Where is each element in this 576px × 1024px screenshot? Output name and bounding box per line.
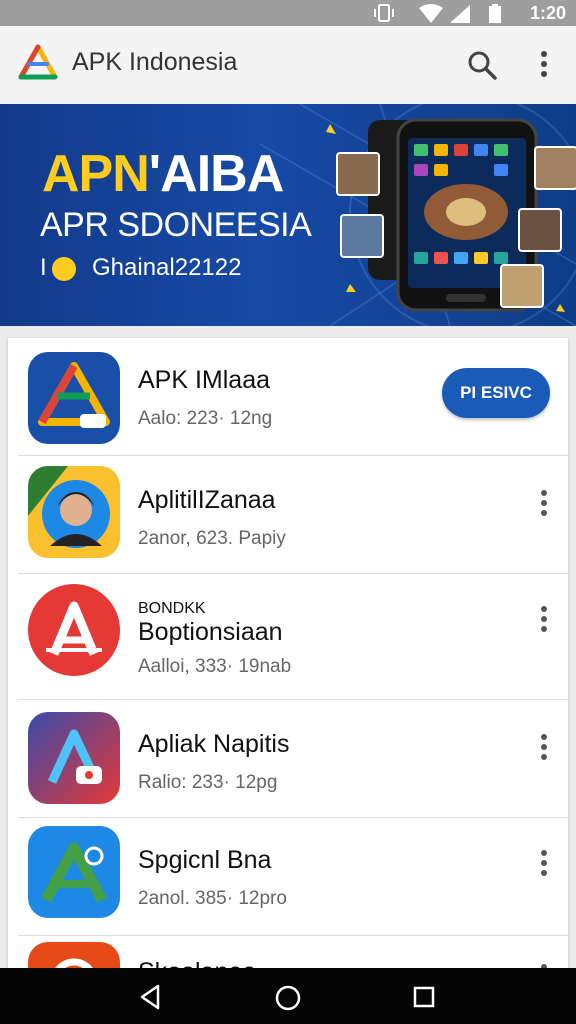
navigation-bar — [0, 968, 576, 1024]
overflow-menu-icon[interactable] — [536, 488, 552, 518]
list-item[interactable]: Spgicnl Bna 2anol. 385· 12pro — [8, 818, 568, 936]
overflow-menu-icon[interactable] — [536, 848, 552, 878]
home-icon[interactable] — [274, 984, 302, 1012]
app-name: Boptionsiaan — [138, 618, 283, 646]
list-item[interactable]: BONDKK Boptionsiaan Aalloi, 333· 19nab — [8, 574, 568, 700]
blue-a-icon — [28, 712, 120, 804]
banner-tagline: Ghainal22122 — [92, 254, 242, 281]
app-name: Spgicnl Bna — [138, 846, 272, 874]
banner-headline-part1: APN — [42, 145, 150, 203]
list-item[interactable]: AplitilIZanaa 2anor, 623. Papiy — [8, 456, 568, 574]
vibrate-icon — [374, 4, 394, 22]
status-time: 1:20 — [529, 3, 566, 23]
app-meta: Aalo: 223· 12ng — [138, 408, 273, 429]
back-icon[interactable] — [138, 984, 162, 1010]
app-name: Apliak Napitis — [138, 730, 290, 758]
search-icon[interactable] — [466, 49, 498, 81]
banner-subheadline: APR SDONEESIA — [40, 206, 312, 244]
user-photo-thumb — [336, 152, 380, 196]
overflow-menu-icon[interactable] — [536, 732, 552, 762]
user-photo-thumb — [340, 214, 384, 258]
banner-tagline-prefix: I — [40, 254, 47, 281]
wifi-icon — [419, 4, 443, 23]
app-bar: APK Indonesia — [0, 26, 576, 104]
user-photo-thumb — [500, 264, 544, 308]
status-bar: 1:20 — [0, 0, 576, 26]
more-vert-icon[interactable] — [530, 48, 558, 80]
banner-headline: APN'AIBA — [42, 144, 284, 204]
app-name: AplitilIZanaa — [138, 486, 276, 514]
banner-headline-part2: 'AIBA — [148, 145, 284, 203]
app-logo-icon — [18, 44, 58, 80]
overflow-menu-icon[interactable] — [536, 604, 552, 634]
app-meta: Aalloi, 333· 19nab — [138, 656, 292, 677]
app-title: APK Indonesia — [72, 48, 238, 76]
promo-banner[interactable]: APN'AIBA APR SDONEESIA I Ghainal22122 — [0, 104, 576, 326]
app-name: APK IMlaaa — [138, 366, 271, 394]
app-meta: 2anor, 623. Papiy — [138, 528, 286, 549]
recents-icon[interactable] — [412, 985, 436, 1009]
app-meta: 2anol. 385· 12pro — [138, 888, 287, 909]
app-list-card: APK IMlaaa Aalo: 223· 12ng PI ESIVC Apli… — [8, 338, 568, 978]
avatar-icon — [28, 466, 120, 558]
yellow-dot-icon — [52, 257, 76, 281]
app-name-small: BONDKK — [138, 600, 206, 617]
triangle-logo-icon — [28, 352, 120, 444]
signal-icon — [450, 5, 470, 23]
red-a-icon — [28, 584, 120, 676]
list-item[interactable]: APK IMlaaa Aalo: 223· 12ng PI ESIVC — [8, 338, 568, 456]
battery-icon — [489, 4, 501, 23]
user-photo-thumb — [534, 146, 576, 190]
green-a-icon — [28, 826, 120, 918]
install-button[interactable]: PI ESIVC — [442, 368, 550, 418]
app-meta: Ralio: 233· 12pg — [138, 772, 278, 793]
user-photo-thumb — [518, 208, 562, 252]
list-item[interactable]: Apliak Napitis Ralio: 233· 12pg — [8, 700, 568, 818]
